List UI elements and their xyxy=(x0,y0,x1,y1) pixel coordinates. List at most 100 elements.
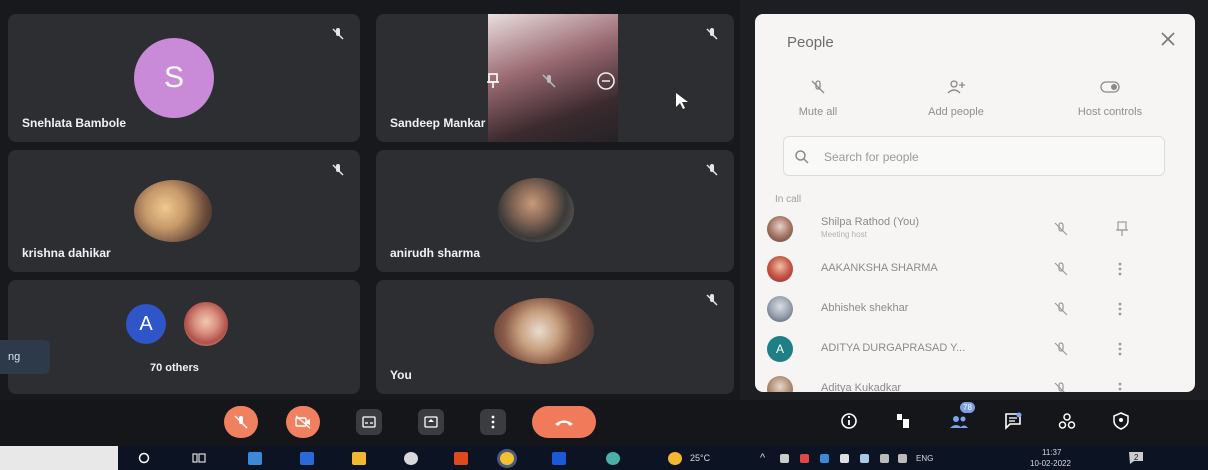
search-people-input[interactable]: Search for people xyxy=(783,136,1165,176)
tray-app-icon[interactable] xyxy=(840,454,849,463)
mic-off-icon xyxy=(811,80,825,94)
participant-name: krishna dahikar xyxy=(22,246,111,260)
dropbox-icon[interactable] xyxy=(300,452,314,465)
add-people-button[interactable]: Add people xyxy=(901,76,1011,118)
file-explorer-icon[interactable] xyxy=(352,452,366,465)
chat-icon xyxy=(1005,412,1022,430)
host-safety-button[interactable] xyxy=(1110,410,1132,432)
tray-app-icon[interactable] xyxy=(800,454,809,463)
app-icon[interactable] xyxy=(404,452,418,465)
participant-tile[interactable]: S Snehlata Bambole xyxy=(8,14,360,142)
word-icon[interactable] xyxy=(552,452,566,465)
mic-off-icon[interactable] xyxy=(540,72,558,90)
list-item[interactable]: A ADITYA DURGAPRASAD Y... xyxy=(755,330,1195,370)
section-label: In call xyxy=(775,194,802,205)
avatar: A xyxy=(767,336,793,362)
tray-app-icon[interactable] xyxy=(820,454,829,463)
participant-tile[interactable]: A 70 others xyxy=(8,280,360,394)
people-button[interactable]: 78 xyxy=(948,402,975,432)
temperature: 25°C xyxy=(690,453,711,463)
clock-date[interactable]: 10-02-2022 xyxy=(1030,459,1071,468)
clock-time[interactable]: 11:37 xyxy=(1042,448,1061,457)
participant-name: You xyxy=(390,368,412,382)
avatar: S xyxy=(134,38,214,118)
wifi-icon[interactable] xyxy=(880,454,889,463)
store-icon[interactable] xyxy=(248,452,262,465)
captions-button[interactable] xyxy=(356,409,382,435)
participant-count-badge: 78 xyxy=(960,402,975,413)
pin-icon[interactable] xyxy=(484,72,502,90)
volume-icon[interactable] xyxy=(898,454,907,463)
participant-grid: S Snehlata Bambole Sandeep Mankar krishn… xyxy=(0,0,740,400)
tray-app-icon[interactable] xyxy=(860,454,869,463)
participant-tile[interactable]: krishna dahikar xyxy=(8,150,360,272)
shield-icon xyxy=(1113,412,1129,430)
activities-shapes-button[interactable] xyxy=(1056,410,1078,432)
toggle-icon xyxy=(1100,81,1120,93)
more-options-icon[interactable] xyxy=(1115,380,1125,392)
panel-title: People xyxy=(787,34,834,51)
meeting-details-button[interactable] xyxy=(838,410,860,432)
task-view-icon[interactable] xyxy=(192,452,206,464)
chat-button[interactable] xyxy=(1002,410,1024,432)
avatar xyxy=(767,256,793,282)
avatar xyxy=(494,298,594,364)
activities-button[interactable] xyxy=(892,410,914,432)
avatar xyxy=(184,302,228,346)
cortana-icon[interactable] xyxy=(138,452,150,464)
mic-off-icon[interactable] xyxy=(1053,221,1069,237)
add-person-icon xyxy=(947,80,965,94)
mic-off-icon[interactable] xyxy=(1053,301,1069,317)
participant-tile[interactable]: You xyxy=(376,280,734,394)
list-item[interactable]: Abhishek shekhar xyxy=(755,290,1195,330)
person-name: Abhishek shekhar xyxy=(821,302,909,314)
remove-icon[interactable] xyxy=(596,71,616,91)
host-controls-button[interactable]: Host controls xyxy=(1055,76,1165,118)
participant-name: Sandeep Mankar xyxy=(390,116,486,130)
taskbar-search[interactable] xyxy=(0,446,118,470)
avatar xyxy=(498,178,574,242)
more-options-button[interactable] xyxy=(480,409,506,435)
language-indicator[interactable]: ENG xyxy=(916,454,933,463)
cursor-icon xyxy=(676,93,688,109)
avatar xyxy=(134,180,212,242)
close-icon[interactable] xyxy=(1159,30,1177,48)
person-name: Aditya Kukadkar xyxy=(821,382,902,392)
participant-tile[interactable]: Sandeep Mankar xyxy=(376,14,734,142)
mic-off-icon[interactable] xyxy=(1053,381,1069,392)
meeting-screen: S Snehlata Bambole Sandeep Mankar krishn… xyxy=(0,0,1208,470)
more-options-icon[interactable] xyxy=(1115,300,1125,318)
person-name: AAKANKSHA SHARMA xyxy=(821,262,938,274)
present-button[interactable] xyxy=(418,409,444,435)
add-people-label: Add people xyxy=(928,106,984,118)
mic-toggle-button[interactable] xyxy=(224,406,258,438)
list-item[interactable]: Shilpa Rathod (You) Meeting host xyxy=(755,210,1195,250)
camera-toggle-button[interactable] xyxy=(286,406,320,438)
office-icon[interactable] xyxy=(454,452,468,465)
list-item[interactable]: AAKANKSHA SHARMA xyxy=(755,250,1195,290)
pin-icon[interactable] xyxy=(1115,220,1129,238)
tray-app-icon[interactable] xyxy=(780,454,789,463)
chrome-icon[interactable] xyxy=(500,452,514,465)
present-icon xyxy=(424,416,438,428)
person-name: ADITYA DURGAPRASAD Y... xyxy=(821,342,966,354)
edge-icon[interactable] xyxy=(606,452,620,465)
more-options-icon[interactable] xyxy=(1115,260,1125,278)
mic-off-icon[interactable] xyxy=(1053,261,1069,277)
list-item[interactable]: Aditya Kukadkar xyxy=(755,370,1195,392)
mic-off-icon[interactable] xyxy=(1053,341,1069,357)
people-icon xyxy=(950,416,968,428)
mic-off-icon xyxy=(332,164,344,176)
notification-count: 2 xyxy=(1134,453,1139,462)
hang-up-icon xyxy=(555,420,573,426)
info-icon xyxy=(841,413,857,429)
more-options-icon[interactable] xyxy=(1115,340,1125,358)
participant-tile[interactable]: anirudh sharma xyxy=(376,150,734,272)
mute-all-button[interactable]: Mute all xyxy=(763,76,873,118)
mic-off-icon xyxy=(706,164,718,176)
participant-name: anirudh sharma xyxy=(390,246,481,260)
tray-chevron-icon[interactable]: ^ xyxy=(760,452,765,464)
side-tab[interactable]: ng xyxy=(0,340,50,374)
mute-all-label: Mute all xyxy=(798,106,838,118)
leave-call-button[interactable] xyxy=(532,406,596,438)
